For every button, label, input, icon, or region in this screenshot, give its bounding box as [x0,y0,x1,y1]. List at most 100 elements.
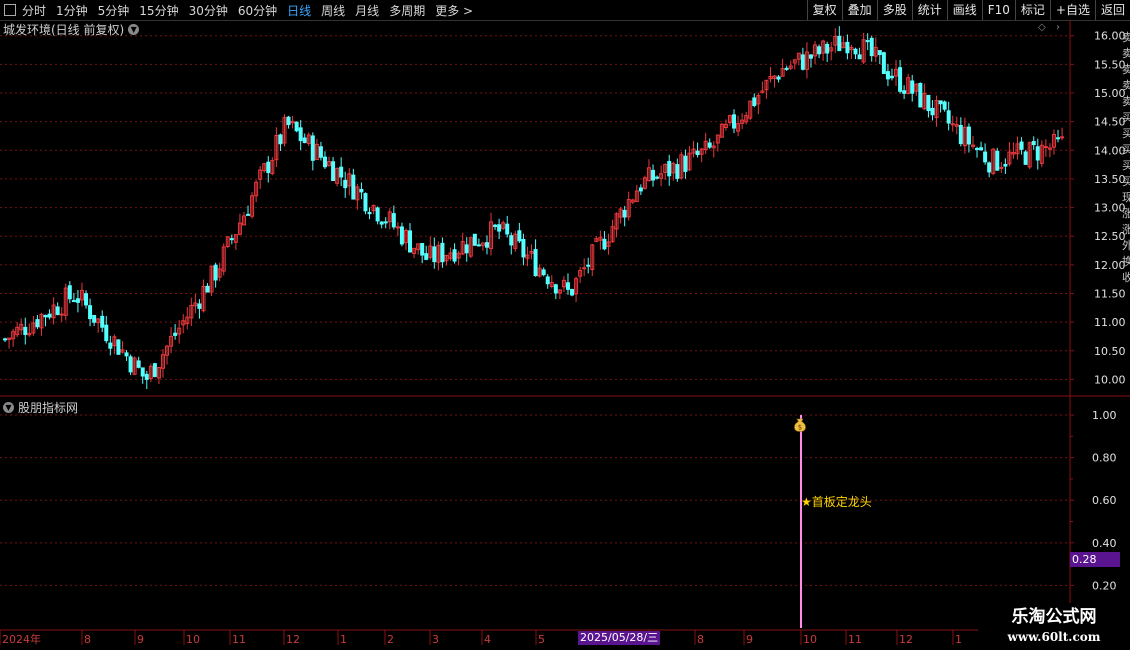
y-tick-label: 11.50 [1094,287,1126,300]
x-axis-label: 5 [538,633,545,646]
candle-body [205,285,210,293]
kline-chart-svg[interactable]: 16.00 15.50 15.00 14.50 14.00 13.50 13.00 12.50… [0,0,1130,650]
indicator-tick-label: 0.20 [1092,579,1117,592]
candle-body [108,342,113,349]
candle-body [1003,163,1008,167]
candle-body [432,246,437,263]
candle-body [75,298,80,303]
candle-body [55,306,60,315]
candle-body [857,54,862,60]
y-tick-label: 12.00 [1094,259,1126,272]
y-tick-label: 13.00 [1094,202,1126,215]
candle-body [383,221,388,224]
candle-body [825,43,830,54]
x-axis-label: 12 [286,633,300,646]
candle-body [938,100,943,105]
candle-body [776,76,781,80]
candle-body [497,224,502,232]
candle-body [484,242,489,248]
candle-body [918,82,923,108]
y-tick-label: 14.50 [1094,116,1126,129]
candle-body [440,242,445,263]
candle-body [1056,137,1061,140]
candle-body [476,244,481,247]
candle-body [452,249,457,262]
candle-body [310,135,315,161]
candle-body [408,230,413,253]
candle-body [837,35,842,52]
candle-body [902,90,907,94]
candle-body [683,155,688,172]
y-tick-label: 14.00 [1094,144,1126,157]
candle-body [391,213,396,228]
candle-body [975,147,980,150]
candle-body [1035,146,1040,161]
diamond-icon[interactable]: ◇ [1038,22,1046,33]
x-axis-label: 1 [340,633,347,646]
indicator-name-label: 股朋指标网 [18,401,79,415]
indicator-tick-label: 0.60 [1092,494,1117,507]
candle-body [116,339,121,355]
candle-body [586,264,591,267]
candle-body [565,282,570,290]
x-axis-label: 11 [848,633,862,646]
candle-body [638,187,643,192]
money-bag-icon: $ [794,418,806,432]
main-chart-title: 城发环境(日线 前复权) ▼ [3,21,140,38]
indicator-title: ▼ 股朋指标网 [3,399,78,416]
candle-body [800,54,805,70]
svg-text:$: $ [798,424,802,432]
watermark-title: 乐淘公式网 [1011,607,1097,627]
candle-body [424,253,429,260]
candle-body [92,314,97,323]
stock-name-label: 城发环境(日线 前复权) [3,23,125,37]
candle-body [229,238,234,241]
candle-body [553,284,558,294]
chevron-down-icon[interactable]: ▼ [128,24,140,35]
x-axis-label: 10 [803,633,817,646]
chevron-down-icon[interactable]: ▼ [3,402,14,413]
candle-body [545,276,550,285]
candle-body [509,235,514,246]
candle-body [889,75,894,79]
candle-body [35,319,40,328]
candle-body [88,305,93,320]
candle-body [517,230,522,242]
candle-body [667,160,672,177]
candle-body [853,48,858,55]
candle-body [869,37,874,57]
candle-body [493,224,498,228]
candle-body [1019,141,1024,150]
y-tick-label: 11.00 [1094,316,1126,329]
candle-body [845,41,850,54]
candle-body [472,233,477,246]
candle-body [541,269,546,276]
candle-body [946,110,951,124]
y-tick-label: 10.00 [1094,373,1126,386]
candle-body [926,94,931,112]
candle-body [71,300,76,303]
candle-body [47,313,52,318]
chevron-right-icon[interactable]: › [1056,22,1060,33]
x-axis-label: 10 [186,633,200,646]
candle-body [395,226,400,229]
signal-label: ★首板定龙头 [801,495,872,509]
candle-body [651,169,656,181]
candle-body [363,193,368,212]
candle-body [707,142,712,148]
y-tick-label: 13.50 [1094,173,1126,186]
candle-body [1060,136,1065,139]
candle-body [124,352,129,357]
indicator-tick-label: 0.40 [1092,537,1117,550]
candle-body [420,243,425,256]
candle-body [898,67,903,92]
candle-body [294,121,299,132]
candle-body [808,54,813,59]
candle-body [533,249,538,277]
candle-body [983,151,988,163]
candle-body [298,127,303,142]
candle-body [144,373,149,380]
x-axis-label: 9 [746,633,753,646]
x-axis-label: 4 [484,633,491,646]
candle-body [732,114,737,129]
